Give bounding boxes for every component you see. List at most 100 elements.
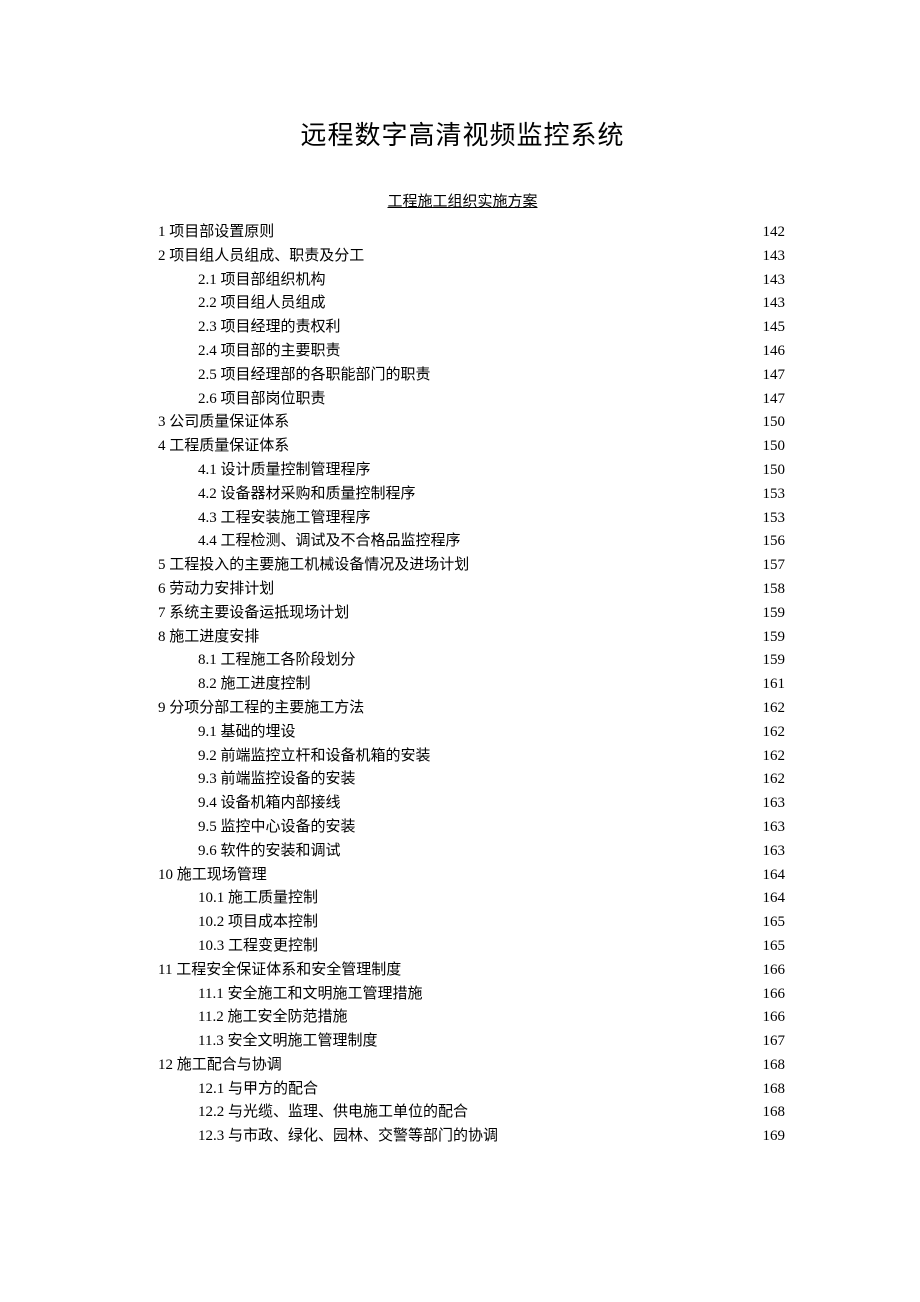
toc-label: 10.2 项目成本控制 xyxy=(140,911,318,935)
toc-page-number: 150 xyxy=(755,459,786,483)
toc-page-number: 143 xyxy=(755,292,786,316)
toc-label: 2 项目组人员组成、职责及分工 xyxy=(140,245,364,269)
toc-entry: 5 工程投入的主要施工机械设备情况及进场计划 157 xyxy=(140,554,785,578)
toc-entry: 4.1 设计质量控制管理程序150 xyxy=(140,459,785,483)
toc-page-number: 143 xyxy=(755,245,786,269)
toc-label: 2.1 项目部组织机构 xyxy=(140,269,326,293)
toc-entry: 10.3 工程变更控制 165 xyxy=(140,935,785,959)
toc-label: 8.2 施工进度控制 xyxy=(140,673,311,697)
toc-entry: 2 项目组人员组成、职责及分工 143 xyxy=(140,245,785,269)
toc-page-number: 169 xyxy=(755,1125,786,1149)
toc-entry: 12.1 与甲方的配合 168 xyxy=(140,1078,785,1102)
toc-label: 11.3 安全文明施工管理制度 xyxy=(140,1030,377,1054)
toc-label: 12.1 与甲方的配合 xyxy=(140,1078,318,1102)
toc-page-number: 150 xyxy=(755,435,786,459)
toc-label: 6 劳动力安排计划 xyxy=(140,578,274,602)
toc-page-number: 153 xyxy=(755,507,786,531)
toc-label: 8 施工进度安排 xyxy=(140,626,259,650)
toc-page-number: 163 xyxy=(755,792,786,816)
toc-entry: 4.3 工程安装施工管理程序 153 xyxy=(140,507,785,531)
toc-label: 5 工程投入的主要施工机械设备情况及进场计划 xyxy=(140,554,469,578)
toc-label: 9.6 软件的安装和调试 xyxy=(140,840,341,864)
toc-page-number: 163 xyxy=(755,840,786,864)
toc-entry: 9.3 前端监控设备的安装 162 xyxy=(140,768,785,792)
toc-page-number: 164 xyxy=(755,887,786,911)
toc-entry: 1 项目部设置原则 142 xyxy=(140,221,785,245)
toc-page-number: 159 xyxy=(755,626,786,650)
toc-entry: 7 系统主要设备运抵现场计划159 xyxy=(140,602,785,626)
toc-entry: 11.1 安全施工和文明施工管理措施166 xyxy=(140,983,785,1007)
toc-page-number: 162 xyxy=(755,721,786,745)
toc-label: 10 施工现场管理 xyxy=(140,864,267,888)
toc-page-number: 162 xyxy=(755,697,786,721)
toc-page-number: 145 xyxy=(755,316,786,340)
toc-entry: 10 施工现场管理 164 xyxy=(140,864,785,888)
toc-entry: 2.6 项目部岗位职责 147 xyxy=(140,388,785,412)
toc-label: 4.2 设备器材采购和质量控制程序 xyxy=(140,483,416,507)
toc-entry: 4 工程质量保证体系 150 xyxy=(140,435,785,459)
toc-entry: 9.6 软件的安装和调试 163 xyxy=(140,840,785,864)
toc-entry: 10.2 项目成本控制 165 xyxy=(140,911,785,935)
toc-entry: 9 分项分部工程的主要施工方法162 xyxy=(140,697,785,721)
toc-page-number: 142 xyxy=(755,221,786,245)
toc-entry: 10.1 施工质量控制 164 xyxy=(140,887,785,911)
toc-page-number: 166 xyxy=(755,983,786,1007)
toc-label: 1 项目部设置原则 xyxy=(140,221,274,245)
toc-page-number: 158 xyxy=(755,578,786,602)
toc-label: 12.3 与市政、绿化、园林、交警等部门的协调 xyxy=(140,1125,498,1149)
toc-page-number: 164 xyxy=(755,864,786,888)
toc-page-number: 147 xyxy=(755,364,786,388)
toc-page-number: 156 xyxy=(755,530,786,554)
toc-page-number: 159 xyxy=(755,649,786,673)
toc-entry: 11.3 安全文明施工管理制度 167 xyxy=(140,1030,785,1054)
toc-entry: 4.4 工程检测、调试及不合格品监控程序 156 xyxy=(140,530,785,554)
toc-entry: 11.2 施工安全防范措施 166 xyxy=(140,1006,785,1030)
toc-label: 12.2 与光缆、监理、供电施工单位的配合 xyxy=(140,1101,468,1125)
toc-entry: 2.3 项目经理的责权利 145 xyxy=(140,316,785,340)
toc-label: 8.1 工程施工各阶段划分 xyxy=(140,649,356,673)
toc-page-number: 150 xyxy=(755,411,786,435)
toc-page-number: 147 xyxy=(755,388,786,412)
toc-label: 4.4 工程检测、调试及不合格品监控程序 xyxy=(140,530,461,554)
toc-page-number: 143 xyxy=(755,269,786,293)
toc-label: 11 工程安全保证体系和安全管理制度 xyxy=(140,959,401,983)
toc-label: 2.6 项目部岗位职责 xyxy=(140,388,326,412)
toc-entry: 2.2 项目组人员组成 143 xyxy=(140,292,785,316)
toc-label: 10.3 工程变更控制 xyxy=(140,935,318,959)
toc-entry: 9.4 设备机箱内部接线163 xyxy=(140,792,785,816)
toc-entry: 12.3 与市政、绿化、园林、交警等部门的协调 169 xyxy=(140,1125,785,1149)
toc-page-number: 162 xyxy=(755,768,786,792)
toc-page-number: 167 xyxy=(755,1030,786,1054)
toc-entry: 8.1 工程施工各阶段划分 159 xyxy=(140,649,785,673)
toc-page-number: 166 xyxy=(755,1006,786,1030)
document-title: 远程数字高清视频监控系统 xyxy=(140,115,785,152)
table-of-contents: 1 项目部设置原则 142 2 项目组人员组成、职责及分工 143 2.1 项目部组织机… xyxy=(140,221,785,1149)
toc-page-number: 165 xyxy=(755,911,786,935)
toc-label: 2.5 项目经理部的各职能部门的职责 xyxy=(140,364,431,388)
toc-page-number: 166 xyxy=(755,959,786,983)
toc-entry: 2.4 项目部的主要职责 146 xyxy=(140,340,785,364)
toc-page-number: 162 xyxy=(755,745,786,769)
toc-entry: 9.1 基础的埋设 162 xyxy=(140,721,785,745)
toc-label: 4.3 工程安装施工管理程序 xyxy=(140,507,371,531)
toc-label: 9.3 前端监控设备的安装 xyxy=(140,768,356,792)
toc-page-number: 168 xyxy=(755,1054,786,1078)
toc-page-number: 146 xyxy=(755,340,786,364)
toc-page-number: 161 xyxy=(755,673,786,697)
toc-label: 10.1 施工质量控制 xyxy=(140,887,318,911)
toc-label: 12 施工配合与协调 xyxy=(140,1054,282,1078)
toc-label: 2.4 项目部的主要职责 xyxy=(140,340,341,364)
toc-label: 4 工程质量保证体系 xyxy=(140,435,289,459)
toc-label: 9.1 基础的埋设 xyxy=(140,721,296,745)
toc-label: 3 公司质量保证体系 xyxy=(140,411,289,435)
document-subtitle: 工程施工组织实施方案 xyxy=(140,190,785,211)
toc-label: 2.2 项目组人员组成 xyxy=(140,292,326,316)
toc-label: 2.3 项目经理的责权利 xyxy=(140,316,341,340)
toc-entry: 2.5 项目经理部的各职能部门的职责 147 xyxy=(140,364,785,388)
toc-page-number: 165 xyxy=(755,935,786,959)
toc-entry: 4.2 设备器材采购和质量控制程序153 xyxy=(140,483,785,507)
toc-label: 11.2 施工安全防范措施 xyxy=(140,1006,347,1030)
toc-entry: 8.2 施工进度控制 161 xyxy=(140,673,785,697)
toc-page-number: 168 xyxy=(755,1078,786,1102)
toc-page-number: 157 xyxy=(755,554,786,578)
